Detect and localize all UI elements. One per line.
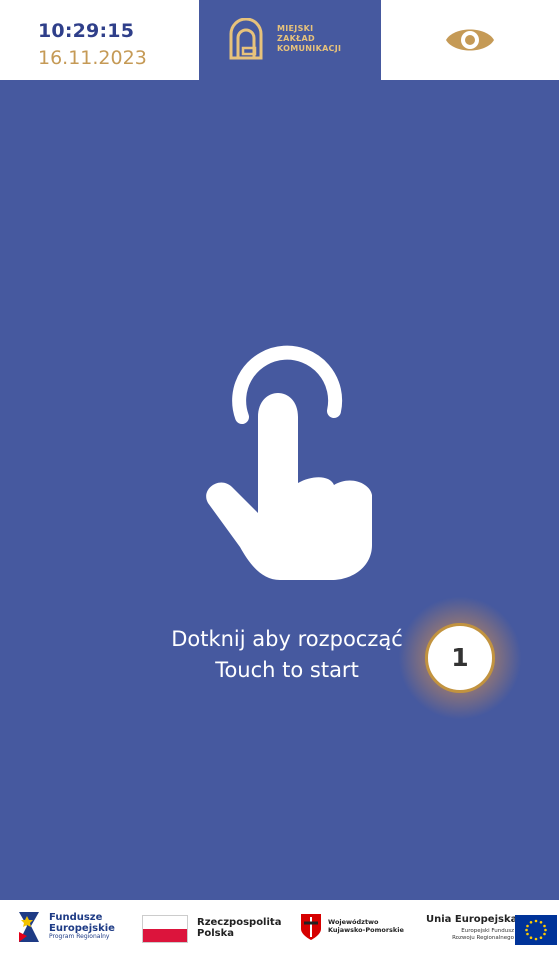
logo-unia-europejska: Unia Europejska Europejski Fundusz Rozwo…	[424, 910, 559, 945]
kp-line-1: Województwo	[328, 918, 379, 926]
logo-line-1: MIEJSKI	[277, 24, 314, 33]
eu-flag-icon	[515, 915, 557, 945]
mzk-logo-icon	[229, 18, 263, 60]
ue-line-1: Unia Europejska	[426, 914, 518, 925]
step-marker: 1	[425, 623, 495, 693]
funding-footer: Fundusze Europejskie Program Regionalny …	[0, 900, 559, 954]
touch-hand-icon	[206, 345, 372, 580]
fe-star-icon	[19, 912, 39, 942]
poland-flag-icon	[142, 915, 188, 943]
logo-line-3: KOMUNIKACJI	[277, 44, 342, 53]
clock: 10:29:15 16.11.2023	[0, 0, 199, 80]
rp-line-2: Polska	[197, 928, 234, 939]
rp-line-1: Rzeczpospolita	[197, 917, 282, 928]
mzk-logo-text: MIEJSKI ZAKŁAD KOMUNIKACJI	[277, 24, 341, 54]
clock-date: 16.11.2023	[38, 47, 147, 69]
logo-fundusze-europejskie: Fundusze Europejskie Program Regionalny	[17, 910, 127, 944]
ue-line-2: Europejski Fundusz	[461, 928, 514, 934]
fe-line-3: Program Regionalny	[49, 933, 110, 940]
fe-line-1: Fundusze	[49, 912, 103, 923]
ue-line-3: Rozwoju Regionalnego	[452, 935, 514, 941]
eye-icon	[446, 29, 494, 51]
clock-time: 10:29:15	[38, 20, 135, 42]
header-bar: 10:29:15 16.11.2023 MIEJSKI ZAKŁAD KOMUN…	[0, 0, 559, 80]
logo-line-2: ZAKŁAD	[277, 34, 315, 43]
logo-kujawsko-pomorskie: Województwo Kujawsko-Pomorskie	[300, 910, 410, 944]
accessibility-button[interactable]	[381, 0, 559, 80]
crest-icon	[301, 914, 321, 940]
logo-rzeczpospolita-polska: Rzeczpospolita Polska	[142, 910, 282, 944]
mzk-logo: MIEJSKI ZAKŁAD KOMUNIKACJI	[199, 0, 381, 80]
kp-line-2: Kujawsko-Pomorskie	[328, 926, 404, 934]
